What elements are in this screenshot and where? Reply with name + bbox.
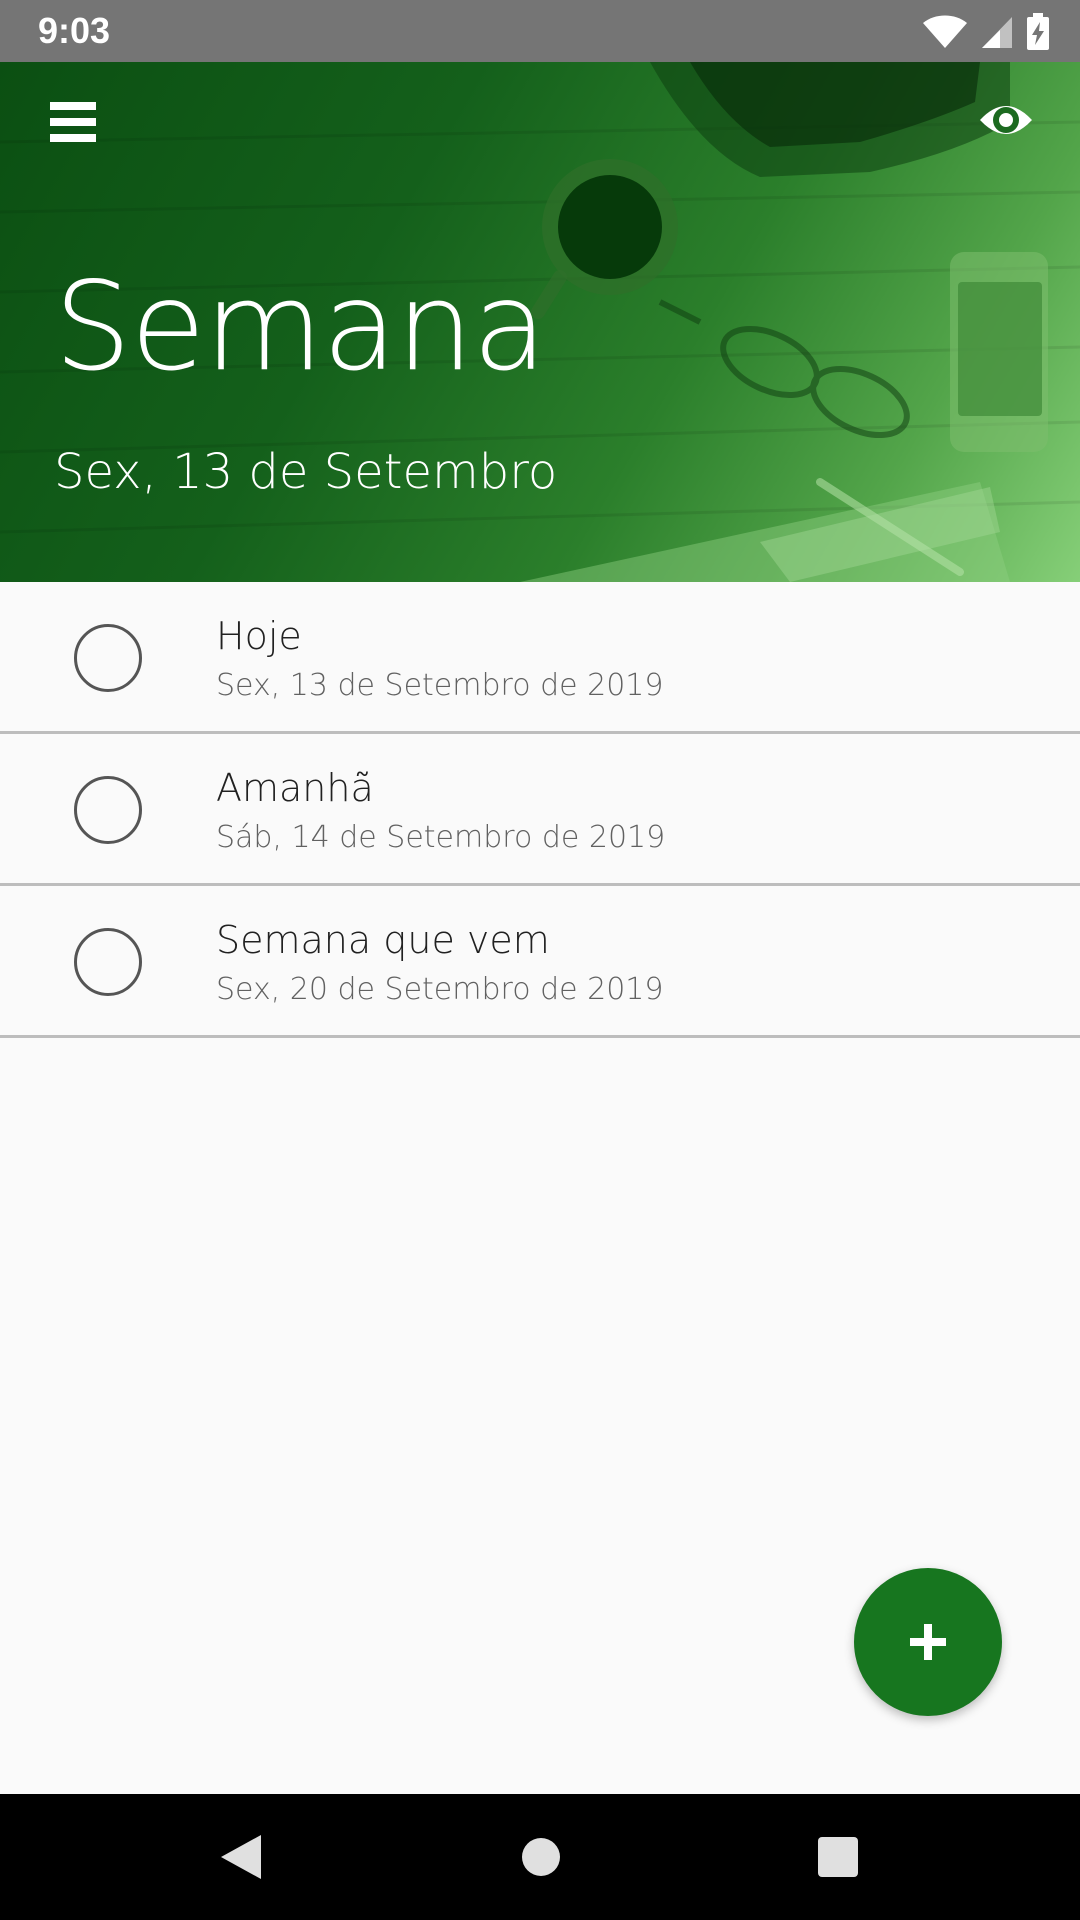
task-date: Sex, 13 de Setembro de 2019	[216, 668, 664, 703]
add-task-button[interactable]	[854, 1568, 1002, 1716]
recents-button[interactable]	[803, 1822, 873, 1892]
page-title: Semana	[54, 256, 547, 398]
list-item[interactable]: Hoje Sex, 13 de Setembro de 2019	[0, 582, 1080, 734]
list-item[interactable]: Amanhã Sáb, 14 de Setembro de 2019	[0, 734, 1080, 886]
visibility-toggle-button[interactable]	[972, 90, 1042, 150]
menu-button[interactable]	[42, 92, 108, 152]
task-checkbox[interactable]	[74, 928, 142, 996]
task-date: Sáb, 14 de Setembro de 2019	[216, 820, 666, 855]
task-date: Sex, 20 de Setembro de 2019	[216, 972, 664, 1007]
wifi-icon	[923, 15, 967, 48]
back-icon	[221, 1835, 261, 1879]
header-banner: Semana Sex, 13 de Setembro	[0, 62, 1080, 582]
status-icons	[922, 12, 1050, 52]
task-checkbox[interactable]	[74, 624, 142, 692]
recents-icon	[818, 1837, 858, 1877]
navigation-bar	[0, 1794, 1080, 1920]
battery-charging-icon	[1027, 13, 1049, 50]
cell-signal-icon	[982, 17, 1012, 48]
status-time: 9:03	[38, 10, 111, 51]
task-title: Semana que vem	[216, 918, 550, 962]
home-button[interactable]	[506, 1822, 576, 1892]
list-item[interactable]: Semana que vem Sex, 20 de Setembro de 20…	[0, 886, 1080, 1038]
task-list: Hoje Sex, 13 de Setembro de 2019 Amanhã …	[0, 582, 1080, 1038]
task-checkbox[interactable]	[74, 776, 142, 844]
plus-icon	[910, 1624, 946, 1660]
task-title: Amanhã	[216, 766, 374, 810]
status-bar: 9:03	[0, 0, 1080, 62]
menu-icon	[50, 102, 96, 142]
eye-icon	[980, 106, 1032, 134]
task-title: Hoje	[216, 614, 302, 658]
back-button[interactable]	[206, 1822, 276, 1892]
home-icon	[522, 1838, 560, 1876]
page-subtitle: Sex, 13 de Setembro	[54, 444, 558, 500]
